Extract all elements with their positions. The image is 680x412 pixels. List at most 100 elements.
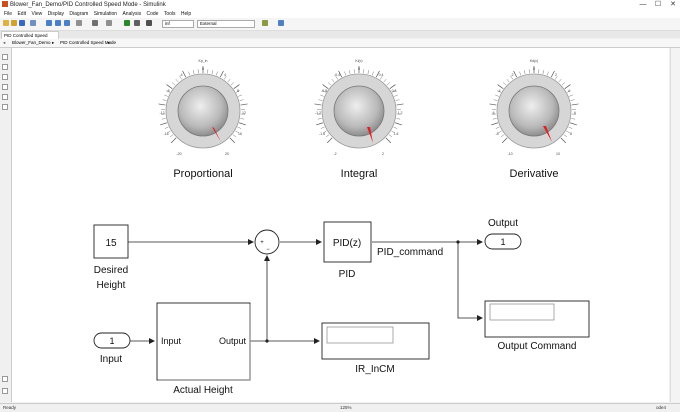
data-inspector-icon[interactable] [278, 20, 284, 26]
tick-label: -1.2 [315, 111, 321, 115]
knob-tick-mark [240, 100, 244, 101]
model-canvas[interactable]: Kp_in Proportional -20 -16 -12 -8 -4 0 4… [12, 48, 669, 402]
library-browser-icon[interactable] [30, 20, 36, 26]
branch-point [456, 240, 459, 243]
menu-edit[interactable]: Edit [17, 10, 26, 18]
knob-tick-mark [493, 118, 497, 119]
constant-value: 15 [105, 238, 117, 249]
annotation-icon[interactable] [2, 84, 8, 90]
output-port-number: 1 [500, 237, 505, 247]
display-readout [327, 327, 393, 343]
proportional-knob[interactable]: Kp_in Proportional -20 -16 -12 -8 -4 0 4… [159, 59, 248, 180]
derivative-knob[interactable]: Kd(c) Derivative -10 -8 -6 -4 -2 0 2 4 6… [490, 59, 579, 180]
debug-icon[interactable] [262, 20, 268, 26]
menu-display[interactable]: Display [48, 10, 64, 18]
tab-pid-controlled-speed-mode[interactable]: PID Controlled Speed Mode [1, 31, 59, 39]
knob-tick-mark [172, 82, 175, 85]
output-port-block[interactable]: 1 Output [485, 218, 521, 249]
arrow-icon[interactable] [2, 74, 8, 80]
knob-tick-mark [564, 135, 567, 137]
zoom-icon[interactable] [2, 54, 8, 60]
tick-label: 12 [242, 111, 246, 115]
knob-tick-mark [384, 79, 387, 82]
settings-gear-icon[interactable] [92, 20, 98, 26]
actual-height-subsystem[interactable]: Input Output Actual Height [157, 303, 250, 396]
sum-minus-sign: − [266, 247, 270, 253]
knob-tick-mark [326, 135, 329, 137]
knob-tick-mark [495, 95, 499, 97]
tick-label: -4 [497, 89, 500, 93]
menu-simulation[interactable]: Simulation [94, 10, 117, 18]
forward-icon[interactable] [55, 20, 61, 26]
knob-tick-mark [496, 127, 500, 129]
back-icon[interactable] [46, 20, 52, 26]
menu-file[interactable]: File [4, 10, 12, 18]
vertical-scrollbar[interactable] [670, 48, 680, 402]
integral-knob[interactable]: Ki(c) Integral -2 -1.6 -1.2 -0.8 -0.4 0 … [315, 59, 404, 180]
model-explorer-icon[interactable] [76, 20, 82, 26]
pid-block[interactable]: PID(z) PID [324, 222, 371, 280]
tick-label: 4 [568, 89, 570, 93]
menu-tools[interactable]: Tools [164, 10, 176, 18]
open-icon[interactable] [11, 20, 17, 26]
knob-tick-mark [396, 118, 400, 119]
subsystem-output-port-label: Output [219, 336, 247, 346]
knob-tick-mark [562, 82, 565, 85]
knob-tick-mark [231, 82, 234, 85]
tick-label: -0.4 [334, 73, 340, 77]
minimize-button[interactable]: — [636, 0, 650, 9]
menu-view[interactable]: View [31, 10, 42, 18]
stop-icon[interactable] [146, 20, 152, 26]
menu-analysis[interactable]: Analysis [122, 10, 141, 18]
model-browser-icon[interactable] [2, 376, 8, 382]
sum-block[interactable]: + − [255, 230, 279, 254]
knob-tick-mark [507, 79, 510, 82]
stop-time-input[interactable]: inf [162, 20, 194, 28]
breadcrumb: ◂ Blower_Fan_Demo ▸ PID Controlled Speed… [0, 39, 680, 48]
knob-label-integral: Integral [341, 168, 378, 180]
new-model-icon[interactable] [3, 20, 9, 26]
model-config-icon[interactable] [106, 20, 112, 26]
maximize-button[interactable]: ☐ [651, 0, 665, 9]
image-icon[interactable] [2, 94, 8, 100]
knob-tick-mark [241, 104, 248, 105]
tick-label: 2 [382, 152, 384, 156]
desired-height-block[interactable]: 15 Desired Height [94, 225, 128, 291]
tick-label: -6 [491, 111, 494, 115]
tick-label: -20 [176, 152, 181, 156]
knob-tick-mark [239, 123, 246, 125]
simulation-mode-select[interactable]: External [197, 20, 255, 28]
input-port-number: 1 [109, 336, 114, 346]
step-icon[interactable] [134, 20, 140, 26]
knob-label-derivative: Derivative [510, 168, 559, 180]
pid-block-text: PID(z) [333, 238, 361, 249]
knob-tick-mark [332, 79, 335, 82]
fit-view-icon[interactable] [2, 64, 8, 70]
hide-palette-icon[interactable] [2, 388, 8, 394]
area-icon[interactable] [2, 104, 8, 110]
menu-code[interactable]: Code [146, 10, 158, 18]
desired-height-label-1: Desired [94, 265, 128, 276]
model-tab-strip: PID Controlled Speed Mode [0, 31, 680, 38]
output-command-label: Output Command [498, 341, 577, 352]
knob-tick-mark [569, 127, 573, 129]
tick-label: -8 [166, 89, 169, 93]
knob-tick-mark [490, 104, 497, 105]
ir-incm-display[interactable]: IR_InCM [322, 323, 429, 375]
tick-label: 10 [556, 152, 560, 156]
close-button[interactable]: ✕ [666, 0, 680, 9]
knob-tick-mark [394, 127, 398, 129]
output-command-display[interactable]: Output Command [485, 301, 589, 352]
save-icon[interactable] [19, 20, 25, 26]
tick-label: -8 [495, 132, 498, 136]
menu-help[interactable]: Help [181, 10, 191, 18]
run-icon[interactable] [124, 20, 130, 26]
menu-diagram[interactable]: Diagram [69, 10, 88, 18]
explorer-bar-icon[interactable]: ◂ [3, 39, 5, 47]
input-port-block[interactable]: 1 Input [94, 333, 130, 365]
knob-tick-mark [233, 135, 236, 137]
up-icon[interactable] [64, 20, 70, 26]
breadcrumb-root[interactable]: Blower_Fan_Demo [12, 39, 51, 47]
pid-command-signal-label: PID_command [377, 247, 443, 258]
knob-tick-mark [514, 71, 517, 77]
